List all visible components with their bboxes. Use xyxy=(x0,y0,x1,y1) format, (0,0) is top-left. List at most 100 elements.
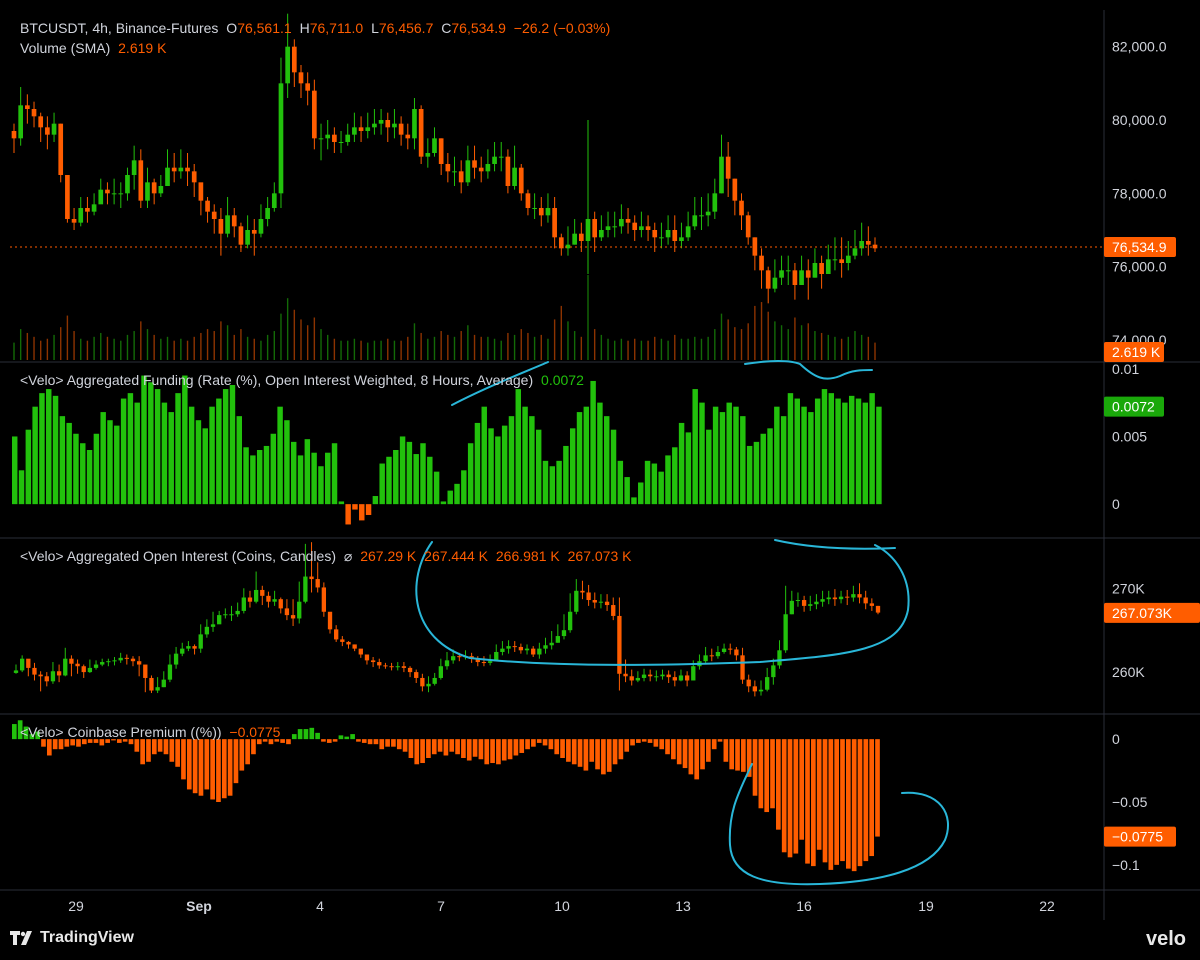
price-candle xyxy=(585,219,591,241)
price-candle xyxy=(645,226,651,230)
funding-bar xyxy=(617,460,624,505)
price-candle xyxy=(518,167,524,194)
oi-candle xyxy=(26,658,31,668)
volume-bar xyxy=(767,311,769,360)
oi-candle xyxy=(112,660,117,662)
premium-bar xyxy=(181,739,186,780)
oi-candle xyxy=(795,600,801,602)
volume-bar xyxy=(367,342,369,360)
tradingview-text: TradingView xyxy=(40,929,134,946)
premium-bar xyxy=(490,739,495,764)
funding-bar xyxy=(501,425,508,505)
volume-bar xyxy=(427,338,429,360)
time-axis-label: 7 xyxy=(437,898,445,914)
price-candle xyxy=(211,211,217,219)
funding-bar xyxy=(12,436,18,505)
price-candle xyxy=(465,160,471,183)
oi-candle xyxy=(87,667,93,673)
tradingview-icon xyxy=(10,931,34,945)
premium-bar xyxy=(630,739,635,746)
premium-bar xyxy=(146,739,151,762)
volume-bar xyxy=(146,329,149,360)
price-candle xyxy=(365,127,371,131)
premium-bar xyxy=(571,739,577,765)
price-candle xyxy=(472,160,477,168)
price-candle xyxy=(852,248,858,256)
premium-bar xyxy=(717,739,723,742)
price-candle xyxy=(218,219,224,234)
funding-bar xyxy=(209,406,215,505)
funding-bar xyxy=(740,416,746,505)
oi-candle xyxy=(783,614,788,651)
funding-bar xyxy=(195,420,202,505)
premium-bar xyxy=(140,739,145,765)
volume-bar xyxy=(687,338,689,360)
volume-bar xyxy=(640,340,643,360)
volume-bar xyxy=(373,340,376,360)
premium-bar xyxy=(70,739,75,746)
price-candle xyxy=(452,171,457,173)
funding-bar xyxy=(32,406,38,505)
oi-candle xyxy=(851,594,856,598)
oi-candle xyxy=(198,634,203,649)
premium-bar xyxy=(548,739,554,750)
funding-bar xyxy=(216,398,222,505)
volume-bar xyxy=(520,329,522,360)
oi-candle xyxy=(481,662,487,664)
volume-bar xyxy=(106,336,109,360)
funding-bar xyxy=(318,466,324,505)
volume-bar xyxy=(674,334,676,360)
price-candle xyxy=(145,182,150,201)
premium-bar xyxy=(134,739,140,752)
oi-candle xyxy=(604,601,610,606)
funding-bar xyxy=(352,504,358,510)
volume-bar xyxy=(286,298,289,360)
oi-candle xyxy=(143,664,148,678)
volume-bar xyxy=(440,331,442,360)
funding-bar xyxy=(120,398,127,505)
funding-bar xyxy=(284,420,290,505)
price-candle xyxy=(639,226,644,230)
premium-label: <Velo> Coinbase Premium ((%)) xyxy=(20,724,222,740)
time-axis-label: 16 xyxy=(796,898,812,914)
volume-bar xyxy=(433,336,436,360)
oi-candle xyxy=(845,596,850,598)
funding-value: 0.0072 xyxy=(541,372,584,388)
volume-bar xyxy=(226,325,229,360)
symbol-title: BTCUSDT, 4h, Binance-Futures xyxy=(20,20,219,36)
price-candle xyxy=(705,211,711,216)
oi-candle xyxy=(284,608,290,616)
oi-candle xyxy=(808,604,813,606)
premium-bar xyxy=(210,739,215,800)
volume-bar xyxy=(707,336,709,360)
volume-bar xyxy=(714,329,716,360)
funding-bar xyxy=(495,436,501,505)
oi-candle xyxy=(728,648,733,650)
oi-candle xyxy=(432,677,437,684)
funding-axis-label: 0.01 xyxy=(1112,361,1139,377)
premium-bar xyxy=(875,739,880,837)
funding-bar xyxy=(821,389,828,505)
funding-bar xyxy=(420,443,426,505)
premium-bar xyxy=(163,739,169,755)
volume-bar xyxy=(720,313,723,360)
oi-candle xyxy=(149,677,154,691)
volume-bar xyxy=(126,334,129,360)
premium-bar xyxy=(227,739,233,796)
price-candle xyxy=(18,105,24,139)
volume-bar xyxy=(26,332,29,360)
price-candle xyxy=(392,123,397,128)
premium-bar xyxy=(472,739,478,757)
price-legend: BTCUSDT, 4h, Binance-Futures O76,561.1 H… xyxy=(20,20,611,36)
premium-bar xyxy=(776,739,781,830)
funding-bar xyxy=(692,389,698,505)
volume-bar xyxy=(553,319,556,360)
tradingview-logo[interactable]: TradingView xyxy=(10,929,134,947)
price-candle xyxy=(685,226,691,238)
premium-legend: <Velo> Coinbase Premium ((%)) −0.0775 xyxy=(20,724,284,740)
oi-value-tag-text: 267.073K xyxy=(1112,605,1173,621)
funding-bar xyxy=(59,416,66,505)
funding-bar xyxy=(311,452,317,505)
funding-bar xyxy=(440,501,447,505)
price-candle xyxy=(552,208,557,238)
